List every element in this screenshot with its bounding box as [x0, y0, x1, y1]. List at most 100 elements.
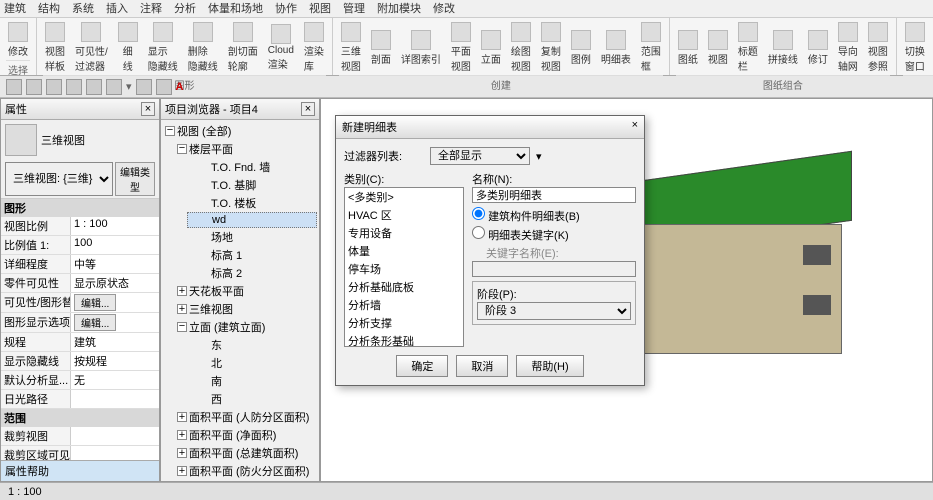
list-item[interactable]: 分析基础底板 [345, 278, 463, 296]
ribbon-button[interactable]: 范围框 [639, 20, 663, 75]
list-item[interactable]: 专用设备 [345, 224, 463, 242]
tree-leaf[interactable]: wd [187, 212, 317, 228]
qat-icon[interactable] [66, 79, 82, 95]
dropdown-icon[interactable]: ▾ [536, 150, 542, 163]
qat-icon[interactable] [86, 79, 102, 95]
ribbon-button[interactable]: 立面 [479, 28, 503, 68]
list-item[interactable]: 分析条形基础 [345, 332, 463, 347]
props-row[interactable]: 比例值 1:100 [1, 236, 159, 255]
close-icon[interactable]: × [301, 102, 315, 116]
ribbon-button[interactable]: 图纸 [676, 28, 700, 68]
ribbon-button[interactable]: 渲染库 [302, 20, 326, 75]
ribbon-button[interactable]: 剖切面轮廓 [226, 20, 260, 75]
radio-component[interactable]: 建筑构件明细表(B) [472, 207, 636, 224]
list-item[interactable]: 分析支撑 [345, 314, 463, 332]
props-row[interactable]: 规程建筑 [1, 333, 159, 352]
qat-icon[interactable] [26, 79, 42, 95]
ribbon-button[interactable]: 剖面 [369, 28, 393, 68]
ribbon-button[interactable]: 可见性/过滤器 [73, 20, 110, 75]
props-row[interactable]: 零件可见性显示原状态 [1, 274, 159, 293]
ribbon-button[interactable]: 导向轴网 [836, 20, 860, 75]
ribbon-button[interactable]: 平面视图 [449, 20, 473, 75]
edit-type-button[interactable]: 编辑类型 [115, 162, 155, 196]
dialog-close-icon[interactable]: × [632, 119, 638, 135]
menu-item[interactable]: 管理 [343, 0, 365, 17]
ribbon-button[interactable]: 三维视图 [339, 20, 363, 75]
help-button[interactable]: 帮助(H) [516, 355, 583, 377]
menu-item[interactable]: 系统 [72, 0, 94, 17]
edit-button[interactable]: 编辑... [74, 314, 116, 331]
menu-item[interactable]: 插入 [106, 0, 128, 17]
qat-icon[interactable] [136, 79, 152, 95]
tree-leaf[interactable]: 标高 1 [187, 246, 317, 264]
ribbon-button[interactable]: 视图参照 [866, 20, 890, 75]
props-help-button[interactable]: 属性帮助 [5, 466, 49, 478]
ribbon-button[interactable]: 详图索引 [399, 28, 443, 68]
props-row[interactable]: 详细程度中等 [1, 255, 159, 274]
props-row[interactable]: 裁剪区域可见 [1, 446, 159, 460]
tree-node[interactable]: 面积平面 (防火分区面积) [175, 462, 317, 480]
ribbon-button[interactable]: 绘图视图 [509, 20, 533, 75]
props-row[interactable]: 图形显示选项编辑... [1, 313, 159, 333]
tree-leaf[interactable]: T.O. 基脚 [187, 176, 317, 194]
qat-icon[interactable] [6, 79, 22, 95]
ribbon-button[interactable]: 删除隐藏线 [186, 20, 220, 75]
list-item[interactable]: HVAC 区 [345, 206, 463, 224]
ok-button[interactable]: 确定 [396, 355, 448, 377]
tree-root[interactable]: 视图 (全部) [163, 122, 317, 140]
tree-node[interactable]: 图例 [175, 480, 317, 481]
tree-leaf[interactable]: T.O. 楼板 [187, 194, 317, 212]
menu-item[interactable]: 协作 [275, 0, 297, 17]
ribbon-button[interactable]: 视图样板 [43, 20, 67, 75]
tree-leaf[interactable]: 北 [187, 354, 317, 372]
tree-node[interactable]: 楼层平面 [175, 140, 317, 158]
tree-leaf[interactable]: 场地 [187, 228, 317, 246]
props-row[interactable]: 可见性/图形替换编辑... [1, 293, 159, 313]
props-row[interactable]: 视图比例1 : 100 [1, 217, 159, 236]
ribbon-button[interactable]: 细线 [116, 20, 140, 75]
category-listbox[interactable]: <多类别>HVAC 区专用设备体量停车场分析基础底板分析墙分析支撑分析条形基础分… [344, 187, 464, 347]
ribbon-button[interactable]: 修订 [806, 28, 830, 68]
filter-select[interactable]: 全部显示 [430, 147, 530, 165]
tree-node[interactable]: 三维视图 [175, 300, 317, 318]
qat-icon[interactable] [156, 79, 172, 95]
ribbon-button[interactable]: 拼接线 [766, 28, 800, 68]
menu-item[interactable]: 分析 [174, 0, 196, 17]
radio-keyword[interactable]: 明细表关键字(K) [472, 226, 636, 243]
ribbon-button[interactable]: 修改 [6, 20, 30, 60]
tree-node[interactable]: 面积平面 (人防分区面积) [175, 408, 317, 426]
ribbon-button[interactable]: Cloud渲染 [266, 22, 296, 73]
menu-item[interactable]: 修改 [433, 0, 455, 17]
tree-leaf[interactable]: 南 [187, 372, 317, 390]
tree-leaf[interactable]: 东 [187, 336, 317, 354]
tree-node[interactable]: 面积平面 (净面积) [175, 426, 317, 444]
menu-item[interactable]: 附加模块 [377, 0, 421, 17]
ribbon-button[interactable]: 切换窗口 [903, 20, 927, 75]
list-item[interactable]: <多类别> [345, 188, 463, 206]
qat-icon[interactable] [106, 79, 122, 95]
tree-leaf[interactable]: T.O. Fnd. 墙 [187, 158, 317, 176]
ribbon-button[interactable]: 标题栏 [736, 20, 760, 75]
ribbon-button[interactable]: 明细表 [599, 28, 633, 68]
tree-node[interactable]: 天花板平面 [175, 282, 317, 300]
edit-button[interactable]: 编辑... [74, 294, 116, 311]
tree-node[interactable]: 面积平面 (总建筑面积) [175, 444, 317, 462]
menu-item[interactable]: 体量和场地 [208, 0, 263, 17]
menu-item[interactable]: 结构 [38, 0, 60, 17]
list-item[interactable]: 停车场 [345, 260, 463, 278]
name-field[interactable] [472, 187, 636, 203]
menu-item[interactable]: 建筑 [4, 0, 26, 17]
props-row[interactable]: 日光路径 [1, 390, 159, 409]
phase-select[interactable]: 阶段 3 [477, 302, 631, 320]
tree-leaf[interactable]: 西 [187, 390, 317, 408]
ribbon-button[interactable]: 显示隐藏线 [146, 20, 180, 75]
qat-icon[interactable] [46, 79, 62, 95]
list-item[interactable]: 分析墙 [345, 296, 463, 314]
props-row[interactable]: 默认分析显...无 [1, 371, 159, 390]
tree-leaf[interactable]: 标高 2 [187, 264, 317, 282]
props-row[interactable]: 显示隐藏线按规程 [1, 352, 159, 371]
status-scale[interactable]: 1 : 100 [8, 486, 42, 498]
instance-selector[interactable]: 三维视图: {三维} [5, 162, 113, 196]
menu-item[interactable]: 注释 [140, 0, 162, 17]
close-icon[interactable]: × [141, 102, 155, 116]
